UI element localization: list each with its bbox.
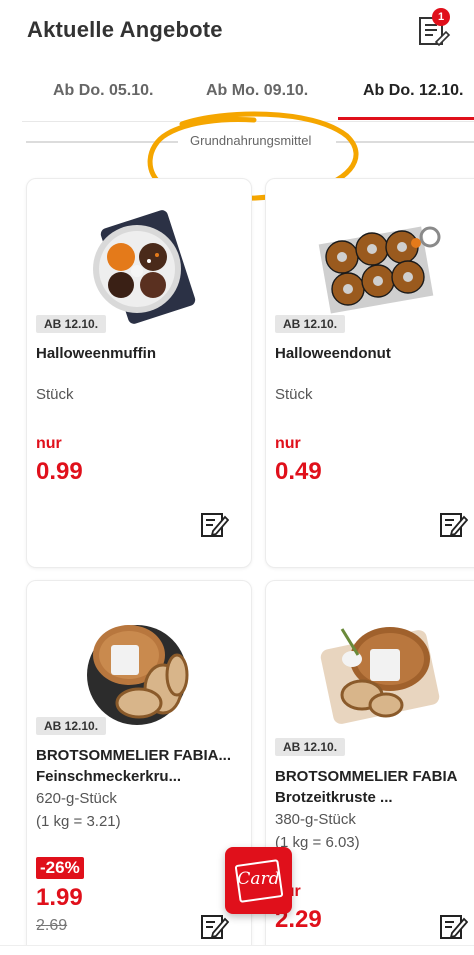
product-price: 1.99 xyxy=(36,884,83,911)
availability-date-badge: AB 12.10. xyxy=(36,717,107,735)
tab-ab-mo-09-10[interactable]: Ab Mo. 09.10. xyxy=(206,82,308,100)
halloween-donut-image xyxy=(318,226,441,314)
product-card[interactable]: AB 12.10. Halloweenmuffin Stück nur 0.99 xyxy=(26,178,252,568)
discount-badge: -26% xyxy=(36,857,84,879)
product-name: Halloweenmuffin xyxy=(36,345,157,362)
bottom-navigation-edge xyxy=(0,945,474,955)
product-name: Feinschmeckerkru... xyxy=(36,768,182,785)
add-to-list-icon[interactable] xyxy=(438,911,468,941)
product-unit: Stück xyxy=(275,386,313,403)
base-price: (1 kg = 3.21) xyxy=(36,813,121,830)
tab-ab-do-05-10[interactable]: Ab Do. 05.10. xyxy=(53,82,153,100)
product-brand: BROTSOMMELIER FABIA xyxy=(275,768,458,785)
halloween-muffin-image xyxy=(93,210,196,324)
old-price: 2.69 xyxy=(36,917,68,934)
availability-date-badge: AB 12.10. xyxy=(275,315,346,333)
product-card[interactable]: AB 12.10. BROTSOMMELIER FABIA Brotzeitkr… xyxy=(265,580,474,955)
product-name: Brotzeitkruste ... xyxy=(275,789,393,806)
add-to-list-icon[interactable] xyxy=(199,911,229,941)
bread-crust-image xyxy=(320,627,440,724)
price-prefix: nur xyxy=(275,435,301,452)
app-header: Aktuelle Angebote 1 xyxy=(0,0,474,70)
tab-ab-do-12-10[interactable]: Ab Do. 12.10. xyxy=(363,82,463,100)
page-title: Aktuelle Angebote xyxy=(27,17,223,42)
bread-loaf-image xyxy=(87,625,189,725)
product-unit: 620-g-Stück xyxy=(36,790,117,807)
add-to-list-icon[interactable] xyxy=(199,509,229,539)
product-unit: Stück xyxy=(36,386,74,403)
availability-date-badge: AB 12.10. xyxy=(275,738,346,756)
product-card[interactable]: AB 12.10. BROTSOMMELIER FABIA... Feinsch… xyxy=(26,580,252,955)
product-price: 0.99 xyxy=(36,458,83,485)
product-brand: BROTSOMMELIER FABIA... xyxy=(36,747,231,764)
product-unit: 380-g-Stück xyxy=(275,811,356,828)
product-card[interactable]: AB 12.10. Halloweendonut Stück nur 0.49 xyxy=(265,178,474,568)
product-price: 0.49 xyxy=(275,458,322,485)
add-to-list-icon[interactable] xyxy=(438,509,468,539)
product-name: Halloweendonut xyxy=(275,345,391,362)
price-prefix: nur xyxy=(36,435,62,452)
loyalty-card-button[interactable]: Card xyxy=(225,847,292,914)
availability-date-badge: AB 12.10. xyxy=(36,315,107,333)
list-count-badge: 1 xyxy=(432,8,450,26)
card-button-label: Card xyxy=(237,869,280,889)
